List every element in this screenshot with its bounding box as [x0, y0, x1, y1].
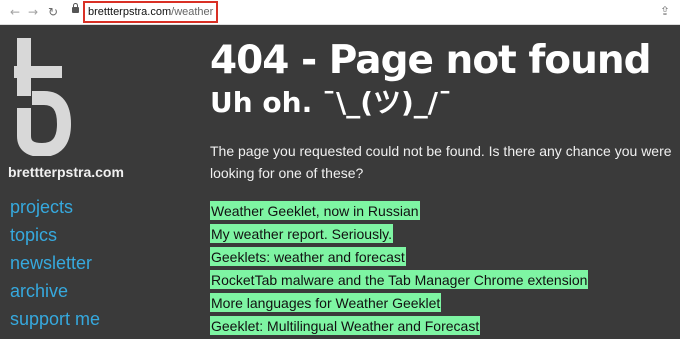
address-bar[interactable]: brettterpstra.com/weather — [83, 1, 219, 23]
nav-item-topics[interactable]: topics — [10, 221, 100, 249]
suggestion-link[interactable]: Weather Geeklet, now in Russian — [210, 201, 420, 220]
list-item: Geeklets: weather and forecast — [210, 247, 588, 270]
suggestion-list: Weather Geeklet, now in Russian My weath… — [210, 201, 589, 339]
suggestion-link[interactable]: My weather report. Seriously. — [210, 224, 394, 243]
nav-item-archive[interactable]: archive — [10, 277, 100, 305]
sidebar-nav: projects topics newsletter archive suppo… — [10, 193, 100, 333]
suggestion-link[interactable]: Geeklet: Multilingual Weather and Foreca… — [210, 316, 481, 335]
list-item: More languages for Weather Geeklet — [210, 293, 588, 316]
site-logo[interactable] — [8, 36, 78, 156]
share-icon[interactable]: ⇪ — [660, 4, 670, 18]
error-message: The page you requested could not be foun… — [210, 143, 672, 181]
suggestion-link[interactable]: RocketTab malware and the Tab Manager Ch… — [210, 270, 589, 289]
nav-item-support-me[interactable]: support me — [10, 305, 100, 333]
browser-toolbar: ← → ↻ brettterpstra.com/weather ⇪ — [0, 0, 680, 25]
list-item: My weather report. Seriously. — [210, 224, 588, 247]
suggestion-link[interactable]: More languages for Weather Geeklet — [210, 293, 442, 312]
list-item: RocketTab malware and the Tab Manager Ch… — [210, 270, 589, 293]
page-title: 404 - Page not found — [210, 38, 652, 83]
nav-item-newsletter[interactable]: newsletter — [10, 249, 100, 277]
nav-item-projects[interactable]: projects — [10, 193, 100, 221]
page-subtitle: Uh oh. ¯\_(ツ)_/¯ — [210, 86, 453, 119]
list-item: Geeklet: Multilingual Weather and Foreca… — [210, 316, 588, 339]
site-name[interactable]: brettterpstra.com — [8, 164, 124, 180]
back-arrow-icon[interactable]: ← — [10, 4, 20, 20]
url-host: brettterpstra.com — [88, 6, 172, 18]
url-path: /weather — [171, 6, 214, 18]
reload-icon[interactable]: ↻ — [48, 4, 58, 20]
forward-arrow-icon[interactable]: → — [28, 4, 38, 20]
list-item: Weather Geeklet, now in Russian — [210, 201, 588, 224]
lock-icon[interactable] — [72, 3, 79, 13]
suggestion-link[interactable]: Geeklets: weather and forecast — [210, 247, 406, 266]
